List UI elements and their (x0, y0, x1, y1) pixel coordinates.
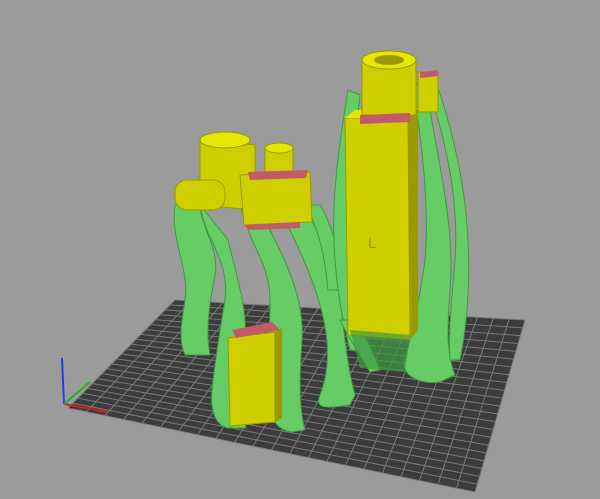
model-letter: L (368, 236, 376, 252)
scene: L (61, 50, 526, 493)
z-axis (61, 357, 65, 405)
model-small-front (227, 322, 282, 427)
3d-viewport[interactable]: L (0, 0, 600, 499)
